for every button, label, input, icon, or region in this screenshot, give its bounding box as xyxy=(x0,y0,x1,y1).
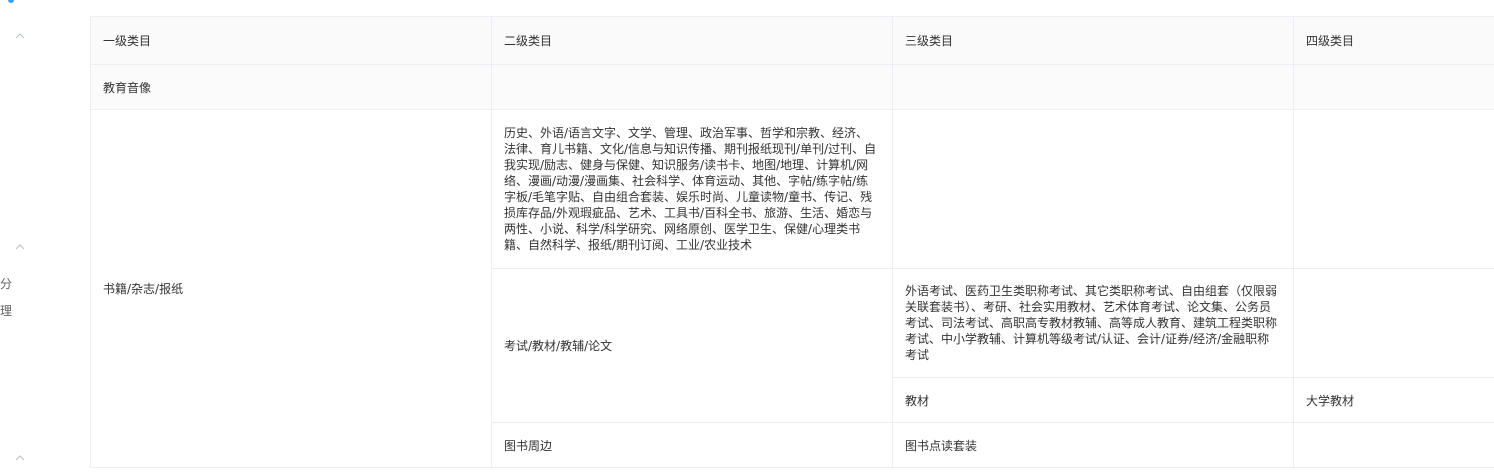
cell-text: 历史、外语/语言文字、文学、管理、政治军事、哲学和宗教、经济、法律、育儿书籍、文… xyxy=(504,126,877,252)
header-level4: 四级类目 xyxy=(1293,16,1494,65)
active-indicator-dot xyxy=(8,0,14,3)
chevron-up-icon[interactable] xyxy=(12,241,28,257)
cell-level1: 书籍/杂志/报纸 xyxy=(90,109,492,468)
cell-level4 xyxy=(1293,422,1494,468)
cell-level4 xyxy=(1293,268,1494,378)
sidebar-item-label[interactable]: 理 xyxy=(0,304,12,318)
table-header-row: 一级类目 二级类目 三级类目 四级类目 xyxy=(90,16,1494,65)
cell-level3: 图书点读套装 xyxy=(892,422,1294,468)
header-level2: 二级类目 xyxy=(491,16,893,65)
table-row: 教育音像 xyxy=(90,64,1494,110)
main-content: 一级类目 二级类目 三级类目 四级类目 教育音像 书籍/杂志/报纸 历史、外语/… xyxy=(64,0,1494,472)
cell-level2 xyxy=(491,64,893,110)
cell-level2: 考试/教材/教辅/论文 xyxy=(491,268,893,423)
cell-level3 xyxy=(892,109,1294,269)
cell-level3: 教材 xyxy=(892,377,1294,423)
cell-text: 外语考试、医药卫生类职称考试、其它类职称考试、自由组套（仅限弱关联套装书）、考研… xyxy=(905,284,1278,362)
cell-level3 xyxy=(892,64,1294,110)
cell-level3: 外语考试、医药卫生类职称考试、其它类职称考试、自由组套（仅限弱关联套装书）、考研… xyxy=(892,268,1294,378)
cell-level2: 图书周边 xyxy=(491,422,893,468)
cell-level4: 大学教材 xyxy=(1293,377,1494,423)
header-level1: 一级类目 xyxy=(90,16,492,65)
category-table: 一级类目 二级类目 三级类目 四级类目 教育音像 书籍/杂志/报纸 历史、外语/… xyxy=(90,16,1494,468)
cell-level2: 历史、外语/语言文字、文学、管理、政治军事、哲学和宗教、经济、法律、育儿书籍、文… xyxy=(491,109,893,269)
chevron-up-icon[interactable] xyxy=(12,30,28,46)
chevron-up-icon[interactable] xyxy=(12,452,28,468)
cell-level4 xyxy=(1293,109,1494,269)
cell-level1: 教育音像 xyxy=(90,64,492,110)
cell-level4 xyxy=(1293,64,1494,110)
sidebar: 分 理 xyxy=(0,0,65,472)
table-row: 书籍/杂志/报纸 历史、外语/语言文字、文学、管理、政治军事、哲学和宗教、经济、… xyxy=(90,109,1494,468)
header-level3: 三级类目 xyxy=(892,16,1294,65)
sidebar-item-label[interactable]: 分 xyxy=(0,277,12,291)
